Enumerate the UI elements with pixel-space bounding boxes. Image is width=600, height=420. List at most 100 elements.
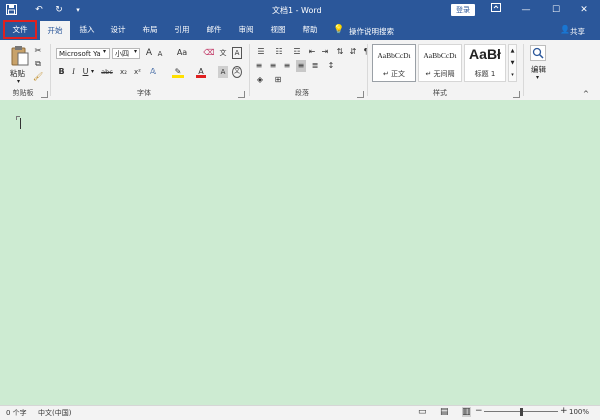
group-separator	[523, 44, 524, 96]
zoom-out-icon[interactable]: −	[475, 406, 483, 416]
read-mode-icon[interactable]: ▭	[418, 407, 427, 417]
redo-icon[interactable]: ↻	[53, 4, 65, 16]
window-title: 文档1 - Word	[272, 6, 322, 15]
share-button[interactable]: 共享	[570, 26, 585, 37]
chevron-down-icon[interactable]: ▾	[103, 48, 106, 55]
chevron-down-icon[interactable]: ▼	[509, 57, 516, 69]
word-count[interactable]: 0 个字	[6, 408, 27, 418]
collapse-ribbon-icon[interactable]: ^	[583, 90, 589, 98]
borders-icon[interactable]: ⊞	[272, 74, 284, 86]
zoom-in-icon[interactable]: +	[560, 406, 568, 416]
decrease-indent-icon[interactable]: ⇤	[307, 46, 317, 58]
font-group-label: 字体	[137, 89, 151, 97]
align-center-icon[interactable]: ≡	[268, 60, 278, 72]
format-painter-icon[interactable]: 🖌	[33, 71, 43, 83]
multilevel-list-icon[interactable]: ☲	[291, 46, 303, 58]
chevron-down-icon[interactable]: ▾	[91, 68, 94, 75]
tab-references[interactable]: 引用	[168, 22, 196, 38]
paste-icon[interactable]	[10, 45, 30, 67]
document-area[interactable]	[0, 100, 600, 405]
numbering-icon[interactable]: ☷	[273, 46, 285, 58]
sort-icon[interactable]: ⇵	[348, 46, 358, 58]
asian-layout-icon[interactable]: ⇅	[335, 46, 345, 58]
tab-mailings[interactable]: 邮件	[200, 22, 228, 38]
chevron-up-icon[interactable]: ▲	[509, 45, 516, 57]
maximize-icon[interactable]: ☐	[546, 2, 566, 18]
chevron-down-icon[interactable]: ▾	[134, 48, 137, 55]
shading-icon[interactable]: ◈	[254, 74, 266, 86]
close-icon[interactable]: ✕	[574, 2, 594, 18]
ribbon-display-options-icon[interactable]	[486, 2, 506, 18]
strikethrough-icon[interactable]: abc	[99, 66, 115, 78]
font-name-value: Microsoft Ya	[59, 50, 101, 58]
login-button[interactable]: 登录	[451, 4, 475, 16]
styles-scroll[interactable]: ▲ ▼ ▾	[508, 44, 517, 82]
tell-me-search[interactable]: 操作说明搜索	[349, 26, 394, 37]
bullets-icon[interactable]: ☰	[255, 46, 267, 58]
file-tab-highlight	[3, 20, 37, 39]
character-border-icon[interactable]: A	[232, 47, 242, 59]
character-shading-icon[interactable]: A	[218, 66, 228, 78]
style-name: ↵ 无间隔	[425, 70, 455, 78]
bold-icon[interactable]: B	[57, 66, 66, 78]
zoom-level[interactable]: 100%	[569, 408, 589, 416]
phonetic-guide-icon[interactable]: 文	[218, 47, 228, 59]
style-normal[interactable]: AaBbCcDı ↵ 正文	[372, 44, 416, 82]
paragraph-launcher-icon[interactable]	[357, 91, 364, 98]
minimize-icon[interactable]: —	[516, 2, 536, 18]
font-size-value: 小四	[115, 50, 129, 58]
font-color-icon[interactable]: A	[196, 66, 206, 78]
clipboard-launcher-icon[interactable]	[41, 91, 48, 98]
tab-layout[interactable]: 布局	[136, 22, 164, 38]
font-name-combo[interactable]: Microsoft Ya	[56, 48, 110, 59]
paste-dropdown-icon[interactable]: ▾	[17, 78, 20, 85]
customize-qat-icon[interactable]: ▾	[72, 4, 84, 16]
clear-formatting-icon[interactable]: ⌫	[203, 47, 215, 59]
margin-mark	[16, 116, 17, 120]
style-sample: AaBł	[469, 46, 501, 62]
enclose-characters-icon[interactable]: 文	[232, 66, 242, 78]
style-name: ↵ 正文	[382, 70, 406, 78]
align-right-icon[interactable]: ≡	[282, 60, 292, 72]
lightbulb-icon: 💡	[333, 25, 345, 35]
superscript-icon[interactable]: x²	[132, 66, 143, 78]
change-case-icon[interactable]: Aa	[175, 47, 189, 59]
web-layout-icon[interactable]: ▥	[462, 407, 471, 417]
increase-indent-icon[interactable]: ⇥	[320, 46, 330, 58]
language-status[interactable]: 中文(中国)	[38, 408, 71, 418]
tab-home[interactable]: 开始	[40, 21, 70, 40]
share-icon[interactable]: 👤	[560, 25, 570, 34]
tab-review[interactable]: 审阅	[232, 22, 260, 38]
line-spacing-icon[interactable]: ↕	[325, 60, 337, 72]
undo-icon[interactable]: ↶	[33, 4, 45, 16]
align-left-icon[interactable]: ≡	[254, 60, 264, 72]
copy-icon[interactable]: ⧉	[33, 58, 43, 70]
more-styles-icon[interactable]: ▾	[509, 69, 516, 81]
paragraph-group-label: 段落	[295, 89, 309, 97]
chevron-down-icon[interactable]: ▾	[536, 74, 539, 81]
tab-insert[interactable]: 插入	[73, 22, 101, 38]
justify-icon[interactable]: ≡	[296, 60, 306, 72]
tab-view[interactable]: 视图	[264, 22, 292, 38]
tab-help[interactable]: 帮助	[296, 22, 324, 38]
style-heading-1[interactable]: AaBł 标题 1	[464, 44, 506, 82]
text-effects-icon[interactable]: 𝔸	[148, 66, 158, 78]
shrink-font-icon[interactable]: A	[155, 48, 165, 60]
group-separator	[249, 44, 250, 96]
grow-font-icon[interactable]: A	[144, 47, 154, 59]
find-icon[interactable]	[530, 45, 546, 61]
italic-icon[interactable]: I	[69, 66, 78, 78]
underline-icon[interactable]: U	[81, 66, 90, 78]
styles-launcher-icon[interactable]	[513, 91, 520, 98]
subscript-icon[interactable]: x₂	[118, 66, 129, 78]
save-icon[interactable]	[5, 4, 17, 16]
zoom-slider-thumb[interactable]	[520, 408, 523, 416]
cut-icon[interactable]: ✂	[33, 45, 43, 57]
highlight-icon[interactable]: ✎	[172, 66, 184, 78]
print-layout-icon[interactable]: ▤	[440, 407, 449, 417]
distributed-icon[interactable]: ≣	[310, 60, 320, 72]
style-no-spacing[interactable]: AaBbCcDı ↵ 无间隔	[418, 44, 462, 82]
show-marks-icon[interactable]: ¶	[361, 46, 371, 58]
font-launcher-icon[interactable]	[238, 91, 245, 98]
tab-design[interactable]: 设计	[104, 22, 132, 38]
